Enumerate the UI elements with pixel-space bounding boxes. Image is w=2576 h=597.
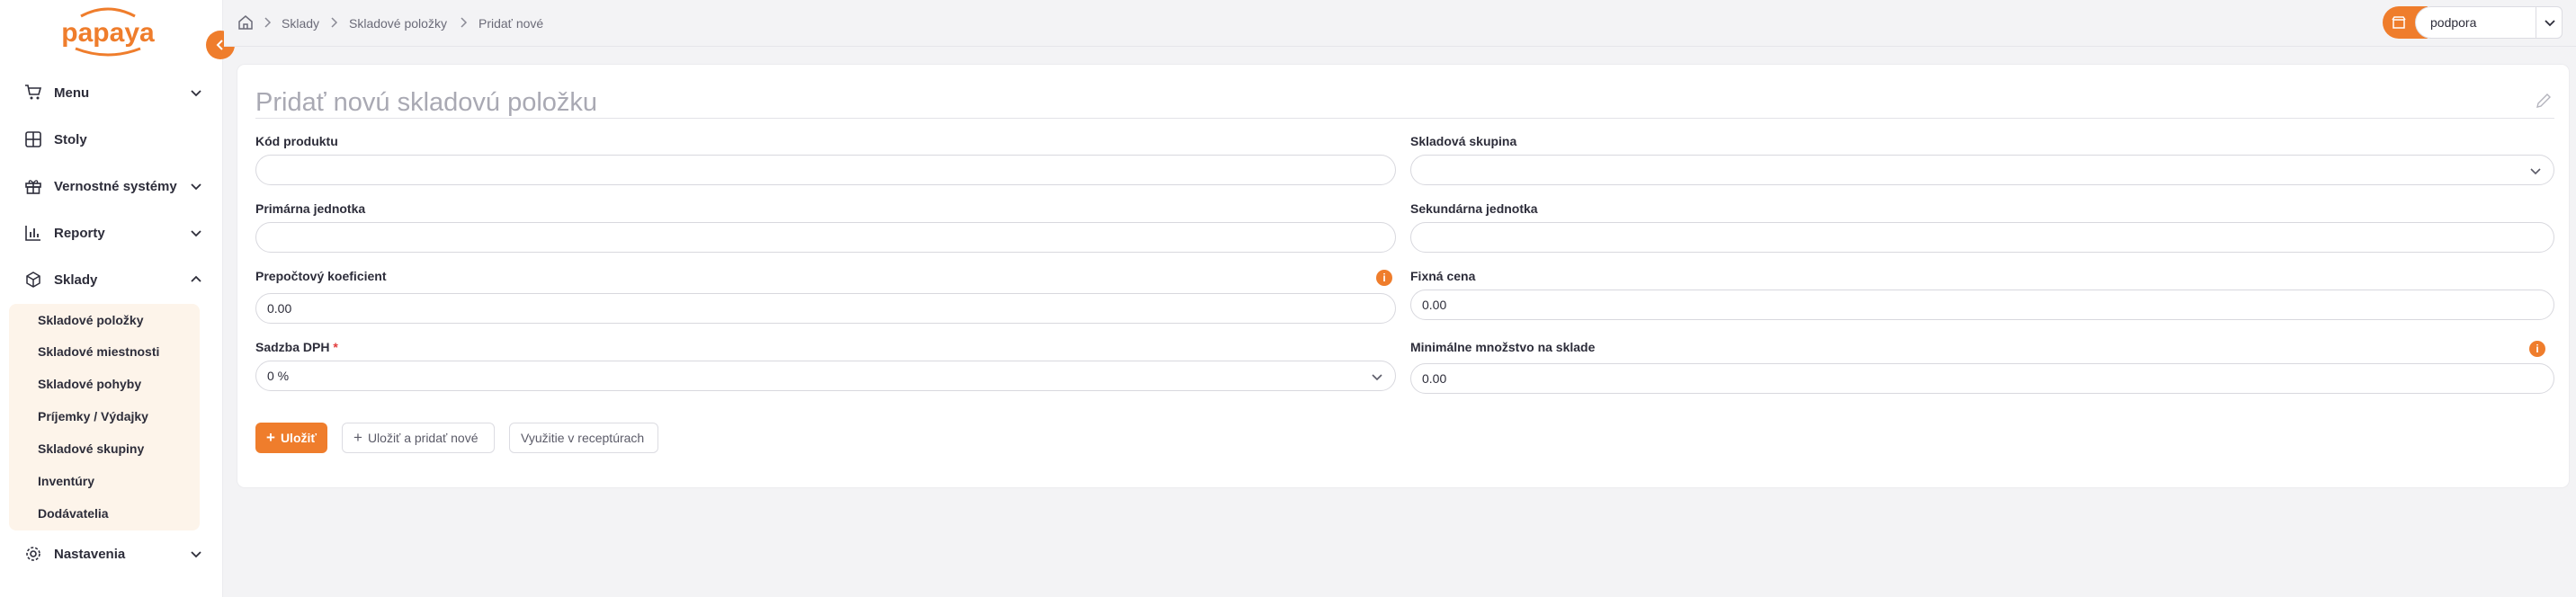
product-code-label: Kód produktu bbox=[255, 134, 338, 148]
topbar bbox=[224, 0, 2576, 47]
sidebar-subitem-prijemky-vydajky[interactable]: Príjemky / Výdajky bbox=[38, 406, 148, 426]
chevron-down-icon bbox=[191, 90, 201, 97]
sidebar-item-label: Sklady bbox=[54, 272, 98, 288]
info-icon[interactable]: i bbox=[1376, 270, 1392, 286]
plus-icon: + bbox=[266, 429, 275, 446]
conversion-input[interactable]: 0.00 bbox=[255, 293, 1396, 324]
min-qty-label: Minimálne množstvo na sklade bbox=[1410, 340, 1596, 354]
sidebar-item-label: Stoly bbox=[54, 131, 87, 147]
pencil-icon[interactable] bbox=[2535, 92, 2553, 110]
save-and-add-new-button[interactable]: + Uložiť a pridať nové bbox=[342, 423, 495, 453]
stock-group-label: Skladová skupina bbox=[1410, 134, 1517, 148]
chevron-down-icon bbox=[191, 230, 201, 237]
gift-icon bbox=[23, 176, 43, 196]
gear-icon bbox=[23, 544, 43, 564]
product-code-input[interactable] bbox=[255, 155, 1396, 185]
breadcrumb-separator-icon bbox=[331, 17, 338, 28]
vat-label: Sadzba DPH * bbox=[255, 339, 338, 355]
recipe-usage-label: Využitie v receptúrach bbox=[521, 431, 645, 445]
cart-icon bbox=[23, 83, 43, 102]
sidebar-item-stoly[interactable]: Stoly bbox=[23, 124, 214, 155]
svg-text:papaya: papaya bbox=[61, 18, 155, 48]
sidebar-subitem-inventury[interactable]: Inventúry bbox=[38, 471, 94, 491]
required-mark: * bbox=[333, 340, 338, 354]
box-icon bbox=[23, 270, 43, 290]
breadcrumb-current: Pridať nové bbox=[479, 16, 544, 31]
vat-label-text: Sadzba DPH bbox=[255, 340, 330, 354]
vat-select[interactable]: 0 % bbox=[255, 361, 1396, 391]
title-divider bbox=[255, 118, 2554, 119]
breadcrumb-skladove-polozky[interactable]: Skladové položky bbox=[349, 14, 447, 32]
vat-value: 0 % bbox=[267, 369, 290, 383]
sidebar-item-reporty[interactable]: Reporty bbox=[23, 218, 214, 248]
breadcrumb-separator-icon bbox=[264, 17, 272, 28]
bar-chart-icon bbox=[23, 223, 43, 243]
stock-group-select[interactable] bbox=[1410, 155, 2554, 185]
sidebar: papaya Menu Stoly Vernostné systémy Repo… bbox=[0, 0, 223, 597]
store-selector[interactable]: podpora bbox=[2383, 6, 2563, 39]
chevron-down-icon bbox=[2530, 168, 2541, 175]
conversion-label: Prepočtový koeficient bbox=[255, 269, 387, 283]
sidebar-item-vernostne-systemy[interactable]: Vernostné systémy bbox=[23, 171, 214, 201]
table-grid-icon bbox=[23, 129, 43, 149]
recipe-usage-button[interactable]: Využitie v receptúrach bbox=[509, 423, 658, 453]
sidebar-item-nastavenia[interactable]: Nastavenia bbox=[23, 539, 214, 569]
store-dropdown-toggle[interactable] bbox=[2536, 6, 2563, 39]
home-icon[interactable] bbox=[237, 13, 255, 31]
breadcrumb-separator-icon bbox=[461, 17, 468, 28]
form-card: Pridať novú skladovú položku Kód produkt… bbox=[237, 65, 2569, 487]
sidebar-subitem-skladove-skupiny[interactable]: Skladové skupiny bbox=[38, 439, 144, 459]
sidebar-item-label: Vernostné systémy bbox=[54, 178, 177, 194]
sidebar-subitem-skladove-polozky[interactable]: Skladové položky bbox=[38, 310, 143, 330]
sidebar-item-sklady[interactable]: Sklady bbox=[23, 264, 214, 295]
papaya-logo[interactable]: papaya bbox=[54, 7, 162, 63]
sidebar-item-menu[interactable]: Menu bbox=[23, 77, 214, 108]
save-button[interactable]: + Uložiť bbox=[255, 423, 327, 453]
primary-unit-label: Primárna jednotka bbox=[255, 201, 366, 216]
sidebar-item-label: Menu bbox=[54, 85, 90, 101]
chevron-down-icon bbox=[191, 551, 201, 558]
save-button-label: Uložiť bbox=[280, 431, 318, 445]
page-title: Pridať novú skladovú položku bbox=[255, 88, 598, 117]
secondary-unit-label: Sekundárna jednotka bbox=[1410, 201, 1538, 216]
chevron-down-icon bbox=[2544, 20, 2555, 27]
fixed-price-input[interactable]: 0.00 bbox=[1410, 290, 2554, 320]
sidebar-item-label: Nastavenia bbox=[54, 546, 126, 562]
sidebar-subitem-skladove-pohyby[interactable]: Skladové pohyby bbox=[38, 374, 141, 394]
secondary-unit-input[interactable] bbox=[1410, 222, 2554, 253]
fixed-price-label: Fixná cena bbox=[1410, 269, 1476, 283]
info-icon[interactable]: i bbox=[2529, 341, 2545, 357]
chevron-up-icon bbox=[191, 275, 201, 282]
sidebar-subitem-dodavatelia[interactable]: Dodávatelia bbox=[38, 503, 109, 523]
save-and-add-new-label: Uložiť a pridať nové bbox=[367, 431, 479, 445]
chevron-down-icon bbox=[191, 183, 201, 191]
plus-icon: + bbox=[353, 429, 362, 446]
chevron-down-icon bbox=[1372, 374, 1382, 381]
primary-unit-input[interactable] bbox=[255, 222, 1396, 253]
breadcrumb-sklady[interactable]: Sklady bbox=[282, 14, 319, 32]
min-qty-input[interactable]: 0.00 bbox=[1410, 363, 2554, 394]
store-icon bbox=[2392, 16, 2406, 29]
sidebar-subitem-skladove-miestnosti[interactable]: Skladové miestnosti bbox=[38, 342, 159, 361]
sidebar-item-label: Reporty bbox=[54, 225, 105, 241]
